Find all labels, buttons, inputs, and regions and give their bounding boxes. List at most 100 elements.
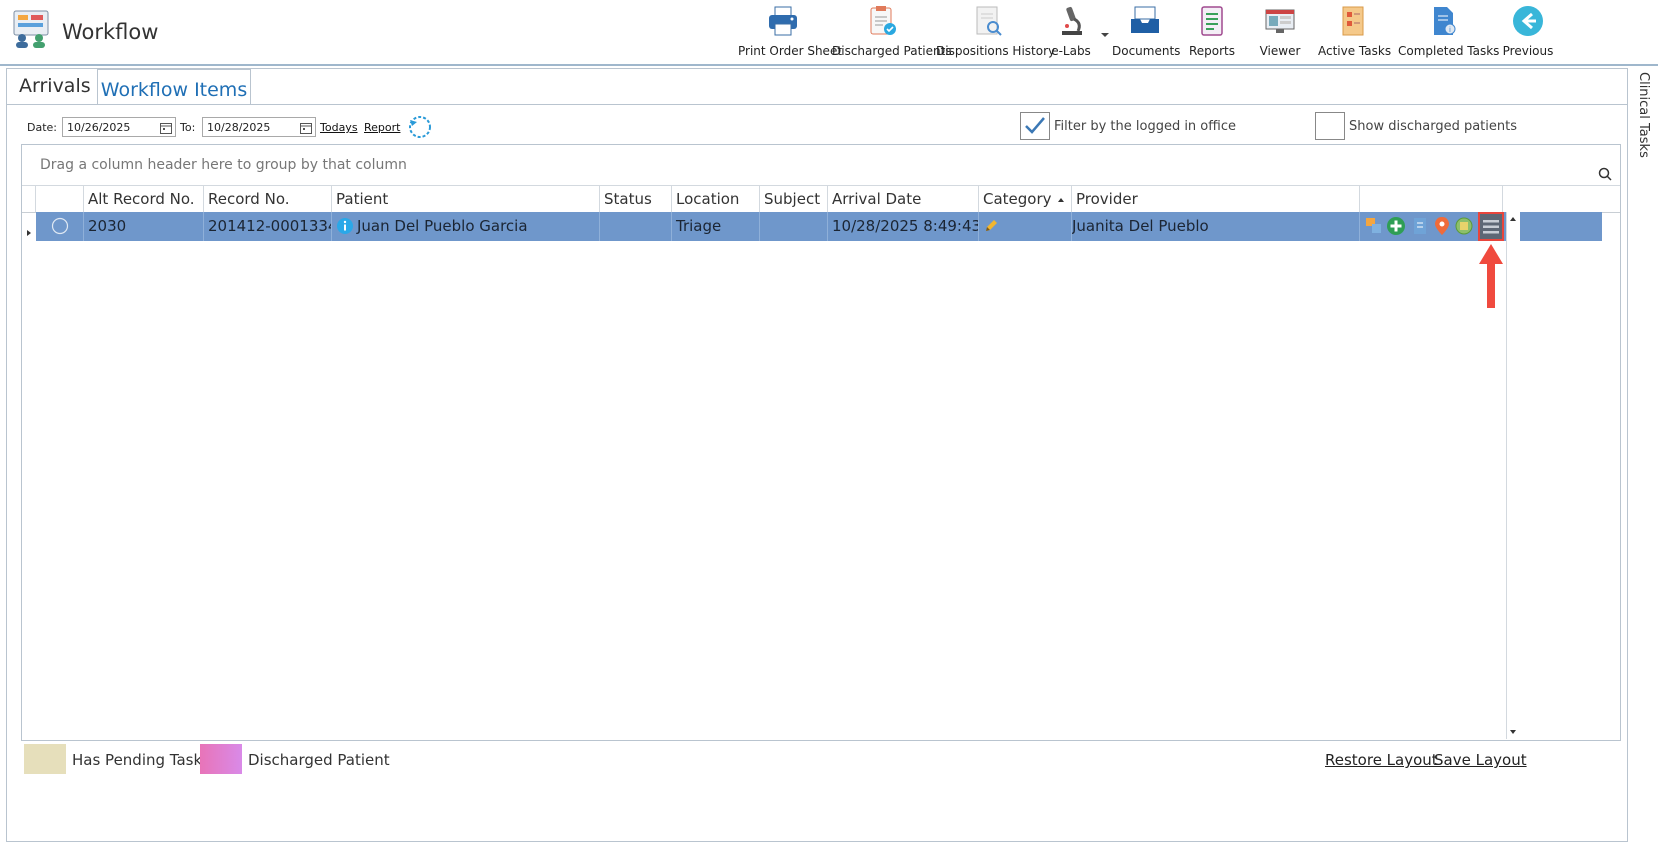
date-to-field[interactable]: 10/28/2025	[202, 117, 316, 137]
history-icon[interactable]	[1454, 216, 1474, 236]
scroll-down-icon[interactable]	[1507, 727, 1519, 737]
location-pin-icon[interactable]	[1432, 216, 1452, 236]
column-header-category[interactable]: Category	[979, 186, 1072, 212]
dispositions-history-button[interactable]: Dispositions History	[936, 4, 1056, 60]
documents-button[interactable]: Documents	[1112, 4, 1181, 60]
cell-location: Triage	[672, 212, 760, 241]
document-icon[interactable]	[1410, 216, 1430, 236]
row-select-cell[interactable]	[36, 212, 84, 241]
table-row[interactable]: 2030 201412-0001334 Juan Del Pueblo Garc…	[36, 212, 1602, 241]
monitor-icon	[1263, 4, 1297, 38]
toolbar-label: Discharged Patients	[832, 44, 952, 58]
radio-icon	[51, 217, 69, 235]
cell-subject	[760, 212, 828, 241]
sort-ascending-icon	[1057, 186, 1065, 212]
vertical-scrollbar[interactable]	[1506, 212, 1520, 739]
cell-provider: Juanita Del Pueblo	[1072, 212, 1360, 241]
report-link[interactable]: Report	[364, 121, 400, 134]
cell-status	[600, 212, 672, 241]
printer-icon	[766, 4, 800, 38]
e-labs-dropdown-icon[interactable]	[1100, 24, 1110, 37]
microscope-icon	[1054, 4, 1088, 38]
app-title: Workflow	[62, 20, 159, 44]
back-arrow-icon	[1511, 4, 1545, 38]
to-label: To:	[180, 121, 196, 134]
column-header-patient[interactable]: Patient	[332, 186, 600, 212]
report-icon	[1195, 4, 1229, 38]
toolbar-label: Documents	[1112, 44, 1181, 58]
date-from-field[interactable]: 10/26/2025	[62, 117, 176, 137]
transfer-icon[interactable]	[1364, 216, 1384, 236]
patient-name: Juan Del Pueblo Garcia	[357, 217, 528, 235]
previous-button[interactable]: Previous	[1500, 4, 1556, 60]
workflow-grid: Drag a column header here to group by th…	[21, 144, 1621, 741]
task-folder-icon	[1336, 4, 1370, 38]
add-icon[interactable]	[1386, 216, 1406, 236]
tab-workflow-items[interactable]: Workflow Items	[97, 69, 251, 105]
toolbar-label: Print Order Sheet	[738, 44, 843, 58]
actions-column-header	[1360, 186, 1503, 212]
discharged-patient-label: Discharged Patient	[248, 751, 390, 769]
main-panel: Arrivals Workflow Items Date: 10/26/2025…	[6, 68, 1628, 842]
app-header: Workflow Print Order Sheet Discharged Pa…	[0, 0, 1658, 66]
pencil-icon[interactable]	[983, 218, 999, 234]
scroll-up-icon[interactable]	[1507, 214, 1519, 224]
show-discharged-label: Show discharged patients	[1349, 119, 1517, 134]
toolbar-label: Active Tasks	[1318, 44, 1392, 58]
toolbar-label: Viewer	[1259, 44, 1301, 58]
active-tasks-button[interactable]: Active Tasks	[1318, 4, 1392, 60]
clipboard-check-icon	[865, 4, 899, 38]
toolbar-label: Dispositions History	[936, 44, 1056, 58]
annotation-arrow-icon	[1477, 242, 1505, 312]
todays-link[interactable]: Todays	[320, 121, 358, 134]
calendar-icon[interactable]	[160, 121, 172, 141]
viewer-button[interactable]: Viewer	[1254, 4, 1306, 60]
cell-arrival-date: 10/28/2025 8:49:43 A	[828, 212, 979, 241]
info-icon[interactable]	[336, 217, 354, 235]
toolbar-label: Previous	[1502, 44, 1554, 58]
column-header-category-label: Category	[983, 190, 1052, 208]
tab-divider	[7, 104, 1627, 105]
date-to-value: 10/28/2025	[207, 121, 271, 134]
toolbar-label: Reports	[1188, 44, 1236, 58]
show-discharged-checkbox[interactable]	[1315, 112, 1345, 140]
row-menu-button[interactable]	[1478, 212, 1504, 241]
checkmark-icon	[1025, 117, 1045, 134]
discharged-patients-button[interactable]: Discharged Patients	[832, 4, 952, 60]
completed-doc-icon: i	[1426, 4, 1460, 38]
calendar-icon[interactable]	[300, 121, 312, 141]
row-expand-icon[interactable]	[26, 222, 32, 241]
restore-layout-link[interactable]: Restore Layout	[1325, 751, 1438, 769]
group-by-panel[interactable]: Drag a column header here to group by th…	[22, 145, 1620, 186]
filter-office-checkbox[interactable]	[1020, 112, 1050, 140]
column-header-alt-record-no[interactable]: Alt Record No.	[84, 186, 204, 212]
group-panel-text: Drag a column header here to group by th…	[40, 157, 407, 173]
date-from-value: 10/26/2025	[67, 121, 131, 134]
pending-tasks-label: Has Pending Tasks	[72, 751, 210, 769]
refresh-icon[interactable]	[407, 114, 433, 140]
print-order-sheet-button[interactable]: Print Order Sheet	[738, 4, 843, 60]
column-header-location[interactable]: Location	[672, 186, 760, 212]
cell-patient[interactable]: Juan Del Pueblo Garcia	[332, 212, 600, 241]
toolbar-label: Completed Tasks	[1398, 44, 1500, 58]
completed-tasks-button[interactable]: i Completed Tasks	[1398, 4, 1500, 60]
column-header-record-no[interactable]: Record No.	[204, 186, 332, 212]
e-labs-button[interactable]: e-Labs	[1046, 4, 1096, 60]
svg-text:i: i	[1449, 26, 1451, 34]
hamburger-menu-icon	[1483, 220, 1499, 234]
document-search-icon	[971, 4, 1005, 38]
column-header-arrival-date[interactable]: Arrival Date	[828, 186, 979, 212]
column-header-status[interactable]: Status	[600, 186, 672, 212]
save-layout-link[interactable]: Save Layout	[1434, 751, 1527, 769]
cell-alt-record-no: 2030	[84, 212, 204, 241]
row-indicator-header	[22, 186, 36, 212]
filter-office-label: Filter by the logged in office	[1054, 119, 1236, 134]
column-header-provider[interactable]: Provider	[1072, 186, 1360, 212]
select-column-header	[36, 186, 84, 212]
clinical-tasks-side-tab[interactable]: Clinical Tasks	[1633, 70, 1653, 190]
discharged-patient-swatch	[200, 744, 242, 774]
column-header-subject[interactable]: Subject	[760, 186, 828, 212]
clinical-tasks-label: Clinical Tasks	[1636, 72, 1651, 158]
cell-category	[979, 212, 1072, 241]
reports-button[interactable]: Reports	[1186, 4, 1238, 60]
